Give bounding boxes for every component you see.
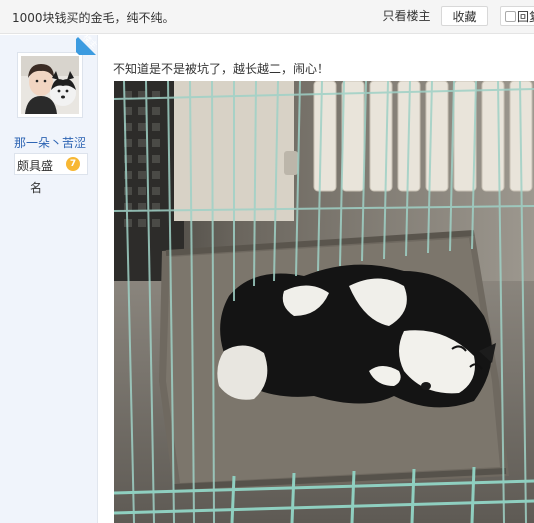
only-owner-button[interactable]: 只看楼主	[377, 6, 436, 26]
reply-icon	[505, 11, 516, 22]
thread-title: 1000块钱买的金毛，纯不纯。	[12, 11, 175, 25]
husky-photo-image	[114, 81, 534, 523]
reply-label: 回复	[517, 10, 534, 24]
author-sidebar: 楼主 那一朵丶苦涩 颇具盛 7 名	[0, 33, 98, 523]
level-name-continued: 名	[30, 181, 43, 195]
author-username[interactable]: 那一朵丶苦涩	[14, 134, 86, 151]
avatar[interactable]	[17, 52, 83, 118]
reply-button[interactable]: 回复	[500, 6, 534, 26]
avatar-image	[21, 56, 79, 114]
favorite-button[interactable]: 收藏	[441, 6, 488, 26]
owner-badge: 楼主	[76, 33, 98, 55]
level-badge[interactable]: 颇具盛 7	[14, 153, 88, 175]
post-content: 不知道是不是被坑了，越长越二，闹心！	[113, 62, 330, 76]
level-icon: 7	[66, 157, 80, 171]
level-name: 颇具盛	[17, 159, 54, 173]
thread-header: 1000块钱买的金毛，纯不纯。 只看楼主 收藏 回复	[0, 0, 534, 34]
post-image[interactable]	[114, 81, 534, 523]
